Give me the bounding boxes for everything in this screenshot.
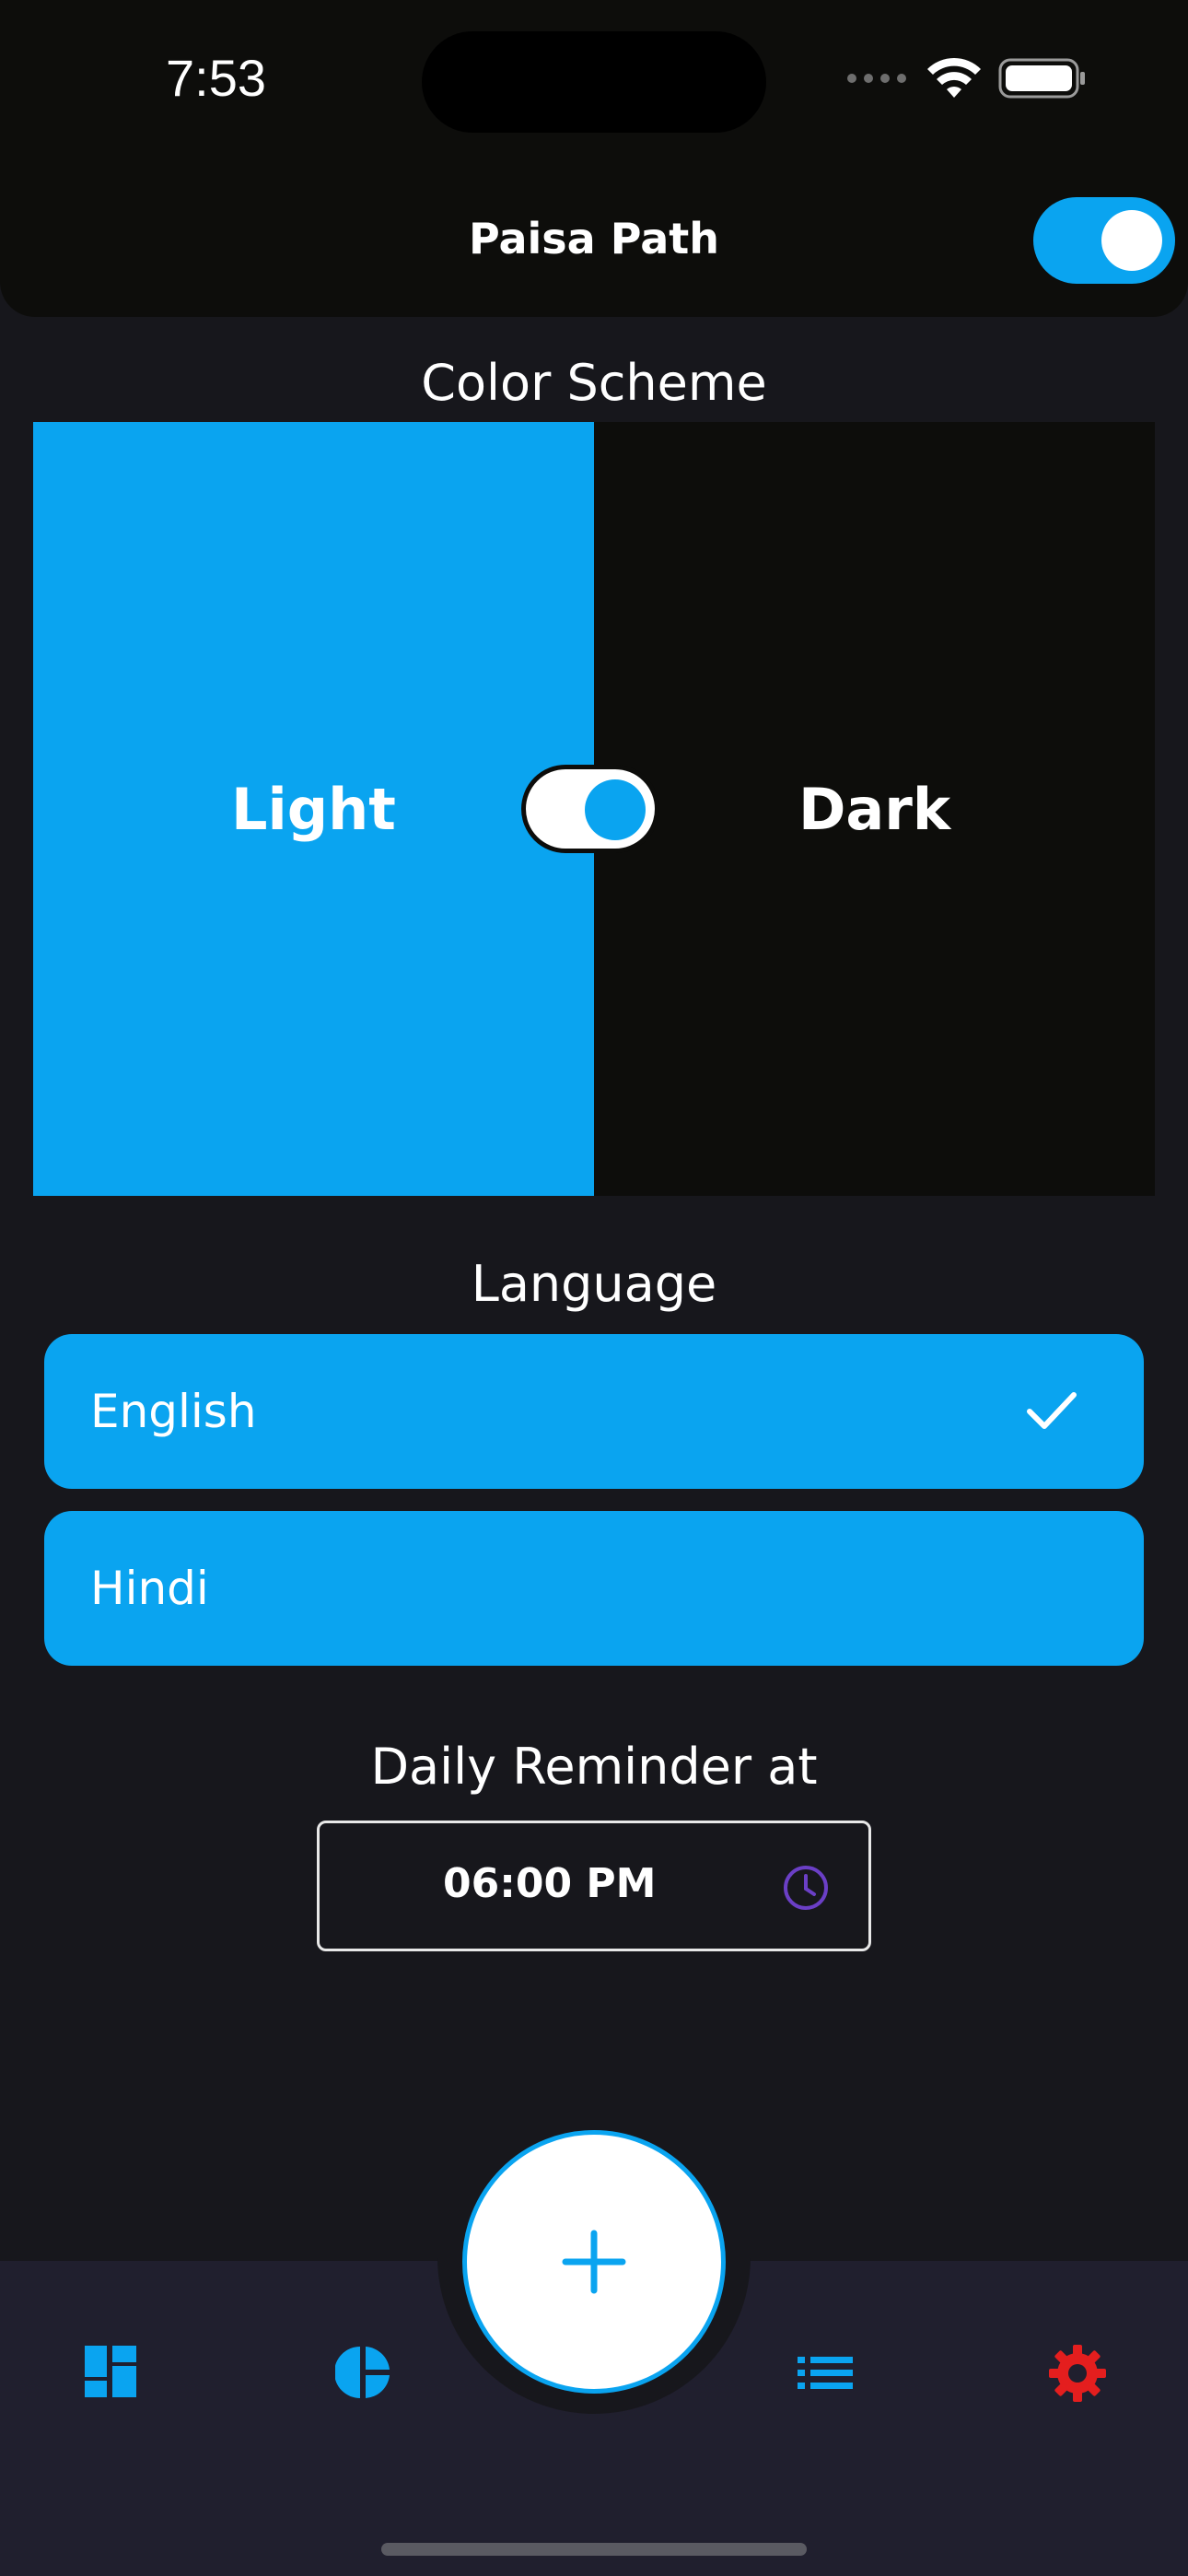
reminder-time-value: 06:00 PM [443, 1860, 657, 1907]
wifi-icon [927, 57, 981, 98]
color-scheme-title: Color Scheme [421, 354, 767, 412]
language-option-english[interactable]: English [44, 1334, 1144, 1489]
language-option-hindi[interactable]: Hindi [44, 1511, 1144, 1666]
status-time: 7:53 [166, 49, 266, 107]
dark-label: Dark [798, 775, 951, 843]
app-bar-toggle[interactable] [1033, 197, 1175, 284]
signal-dots-icon [847, 74, 906, 83]
check-icon [1027, 1392, 1077, 1429]
status-bar: 7:53 [0, 0, 1188, 166]
app-title: Paisa Path [469, 214, 719, 263]
plus-icon [562, 2230, 626, 2294]
list-icon[interactable] [798, 2355, 853, 2392]
gear-icon[interactable] [1048, 2344, 1107, 2403]
toggle-knob [1101, 210, 1162, 271]
light-label: Light [231, 775, 396, 843]
clock-icon [784, 1866, 828, 1910]
dynamic-island [422, 31, 766, 133]
theme-toggle[interactable] [521, 765, 659, 853]
language-option-label: Hindi [90, 1562, 209, 1615]
theme-toggle-knob [585, 779, 646, 840]
status-icons [845, 57, 1087, 100]
reminder-title: Daily Reminder at [370, 1738, 818, 1796]
pie-chart-icon[interactable] [335, 2344, 392, 2401]
language-option-label: English [90, 1385, 257, 1438]
light-option[interactable]: Light [33, 422, 594, 1196]
home-indicator [381, 2543, 807, 2556]
reminder-time-picker[interactable]: 06:00 PM [317, 1821, 871, 1951]
battery-icon [998, 58, 1085, 99]
language-title: Language [471, 1255, 717, 1313]
add-button[interactable] [462, 2130, 726, 2394]
dark-option[interactable]: Dark [594, 422, 1155, 1196]
dashboard-icon[interactable] [83, 2344, 138, 2399]
